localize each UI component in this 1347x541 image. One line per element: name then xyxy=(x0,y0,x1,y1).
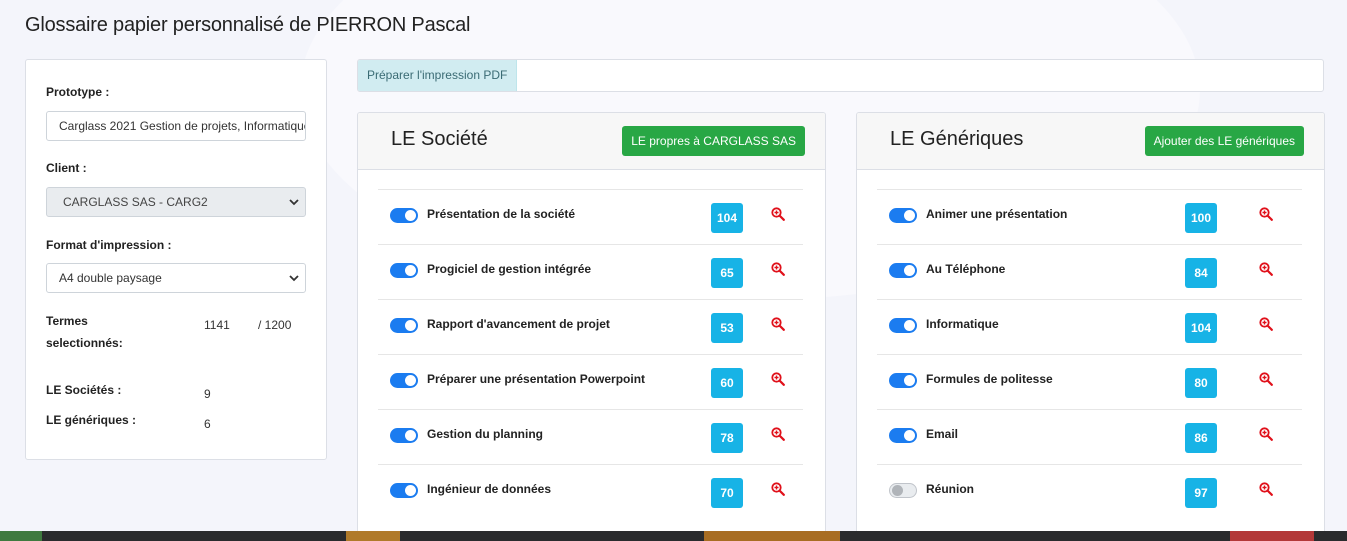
list-item: Préparer une présentation Powerpoint 60 xyxy=(378,354,803,409)
settings-panel: Prototype : Carglass 2021 Gestion de pro… xyxy=(25,59,327,460)
zoom-in-icon[interactable] xyxy=(1259,207,1273,221)
zoom-in-icon[interactable] xyxy=(771,207,785,221)
term-label: Rapport d'avancement de projet xyxy=(427,317,610,331)
zoom-in-icon[interactable] xyxy=(771,262,785,276)
taskbar-item[interactable] xyxy=(704,531,840,541)
term-label: Animer une présentation xyxy=(926,207,1068,221)
format-select-value: A4 double paysage xyxy=(59,271,162,285)
term-label: Réunion xyxy=(926,482,974,496)
term-count-badge: 84 xyxy=(1185,258,1217,288)
toggle-switch-icon[interactable] xyxy=(390,428,418,443)
client-select-value: CARGLASS SAS - CARG2 xyxy=(63,195,208,209)
toggle-switch-icon[interactable] xyxy=(889,208,917,223)
toggle-switch-icon[interactable] xyxy=(889,428,917,443)
client-label: Client : xyxy=(46,161,87,175)
le-societe-title: LE Société xyxy=(391,128,488,150)
le-generiques-header: LE Génériques Ajouter des LE génériques xyxy=(857,113,1324,170)
toggle-switch-icon[interactable] xyxy=(889,483,917,498)
list-item: Rapport d'avancement de projet 53 xyxy=(378,299,803,354)
term-label: Préparer une présentation Powerpoint xyxy=(427,372,646,386)
term-count-badge: 65 xyxy=(711,258,743,288)
term-count-badge: 78 xyxy=(711,423,743,453)
zoom-in-icon[interactable] xyxy=(1259,317,1273,331)
list-item: Formules de politesse 80 xyxy=(877,354,1302,409)
le-generiques-list: Animer une présentation 100 Au Téléphone 84… xyxy=(877,189,1302,519)
zoom-in-icon[interactable] xyxy=(1259,482,1273,496)
term-label: Ingénieur de données xyxy=(427,482,552,496)
term-label: Formules de politesse xyxy=(926,372,1053,386)
le-generiques-label: LE génériques : xyxy=(46,413,137,427)
taskbar xyxy=(0,531,1347,541)
toggle-switch-icon[interactable] xyxy=(889,263,917,278)
term-label: Email xyxy=(926,427,959,441)
prototype-label: Prototype : xyxy=(46,85,110,99)
chevron-down-icon xyxy=(289,275,299,282)
toggle-switch-icon[interactable] xyxy=(390,318,418,333)
terms-selected-count: 1141 xyxy=(204,318,230,332)
zoom-in-icon[interactable] xyxy=(771,372,785,386)
term-count-badge: 53 xyxy=(711,313,743,343)
le-generiques-title: LE Génériques xyxy=(890,128,1024,150)
toolbar: Préparer l'impression PDF xyxy=(357,59,1324,92)
list-item: Réunion 97 xyxy=(877,464,1302,519)
le-propres-button[interactable]: LE propres à CARGLASS SAS xyxy=(622,126,805,156)
taskbar-item[interactable] xyxy=(346,531,400,541)
list-item: Au Téléphone 84 xyxy=(877,244,1302,299)
term-label: Progiciel de gestion intégrée xyxy=(427,262,592,276)
toggle-switch-icon[interactable] xyxy=(889,318,917,333)
toggle-switch-icon[interactable] xyxy=(390,263,418,278)
le-societe-list: Présentation de la société 104 Progiciel d… xyxy=(378,189,803,519)
client-select[interactable]: CARGLASS SAS - CARG2 xyxy=(46,187,306,217)
term-count-badge: 100 xyxy=(1185,203,1218,233)
term-count-badge: 70 xyxy=(711,478,743,508)
zoom-in-icon[interactable] xyxy=(771,317,785,331)
taskbar-item[interactable] xyxy=(0,531,42,541)
list-item: Informatique 104 xyxy=(877,299,1302,354)
toggle-switch-icon[interactable] xyxy=(889,373,917,388)
le-societe-header: LE Société LE propres à CARGLASS SAS xyxy=(358,113,825,170)
list-item: Présentation de la société 104 xyxy=(378,189,803,244)
zoom-in-icon[interactable] xyxy=(771,427,785,441)
term-count-badge: 86 xyxy=(1185,423,1217,453)
taskbar-item[interactable] xyxy=(1230,531,1314,541)
zoom-in-icon[interactable] xyxy=(1259,262,1273,276)
le-generiques-card: LE Génériques Ajouter des LE génériques … xyxy=(856,112,1325,541)
term-label: Informatique xyxy=(926,317,999,331)
format-select[interactable]: A4 double paysage xyxy=(46,263,306,293)
list-item: Email 86 xyxy=(877,409,1302,464)
term-count-badge: 60 xyxy=(711,368,743,398)
term-count-badge: 97 xyxy=(1185,478,1217,508)
list-item: Ingénieur de données 70 xyxy=(378,464,803,519)
zoom-in-icon[interactable] xyxy=(1259,372,1273,386)
list-item: Gestion du planning 78 xyxy=(378,409,803,464)
list-item: Animer une présentation 100 xyxy=(877,189,1302,244)
le-generiques-count: 6 xyxy=(204,417,211,431)
term-count-badge: 80 xyxy=(1185,368,1217,398)
chevron-down-icon xyxy=(289,199,299,206)
term-label: Présentation de la société xyxy=(427,207,576,221)
zoom-in-icon[interactable] xyxy=(1259,427,1273,441)
le-societe-card: LE Société LE propres à CARGLASS SAS Pré… xyxy=(357,112,826,541)
terms-label: Termes xyxy=(46,314,88,328)
term-count-badge: 104 xyxy=(1185,313,1218,343)
prepare-pdf-button[interactable]: Préparer l'impression PDF xyxy=(358,60,518,91)
toggle-switch-icon[interactable] xyxy=(390,483,418,498)
zoom-in-icon[interactable] xyxy=(771,482,785,496)
terms-label-cont: selectionnés: xyxy=(46,336,123,350)
le-societes-label: LE Sociétés : xyxy=(46,383,122,397)
term-label: Au Téléphone xyxy=(926,262,1006,276)
page-title: Glossaire papier personnalisé de PIERRON… xyxy=(25,14,471,36)
list-item: Progiciel de gestion intégrée 65 xyxy=(378,244,803,299)
toggle-switch-icon[interactable] xyxy=(390,373,418,388)
add-generic-le-button[interactable]: Ajouter des LE génériques xyxy=(1144,126,1304,156)
term-count-badge: 104 xyxy=(711,203,744,233)
prototype-input[interactable]: Carglass 2021 Gestion de projets, Inform… xyxy=(46,111,306,141)
term-label: Gestion du planning xyxy=(427,427,543,441)
terms-total-count: / 1200 xyxy=(258,318,292,332)
toggle-switch-icon[interactable] xyxy=(390,208,418,223)
format-label: Format d'impression : xyxy=(46,238,172,252)
le-societes-count: 9 xyxy=(204,387,211,401)
